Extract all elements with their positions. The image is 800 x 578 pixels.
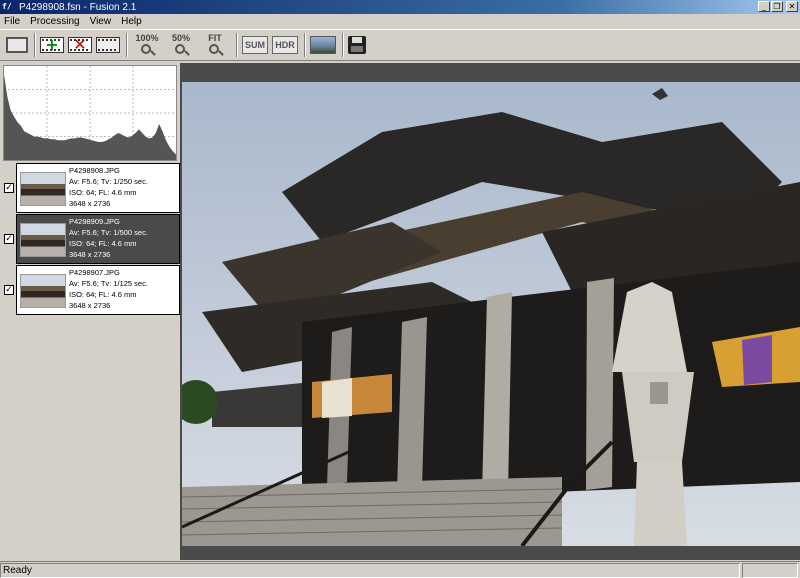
hdr-button[interactable]: HDR bbox=[272, 33, 298, 57]
list-item[interactable]: ✓ P4298908.JPG Av: F5.6; Tv: 1/250 sec. … bbox=[0, 163, 181, 214]
zoom-fit-icon: FIT bbox=[200, 33, 230, 57]
title-bar: f/ P4298908.fsn - Fusion 2.1 _ ❐ ✕ bbox=[0, 0, 800, 14]
temple-photo bbox=[182, 82, 800, 546]
menu-bar: File Processing View Help bbox=[0, 14, 800, 28]
zoom-100-button[interactable]: 100% bbox=[132, 33, 162, 57]
thumbnail-checkbox[interactable]: ✓ bbox=[4, 285, 14, 295]
thumbnail-size: 3648 x 2736 bbox=[69, 199, 111, 208]
toolbar-separator bbox=[34, 33, 36, 57]
status-text: Ready bbox=[0, 563, 740, 578]
zoom-50-icon: 50% bbox=[166, 33, 196, 57]
thumbnail-image bbox=[20, 172, 66, 206]
minimize-button[interactable]: _ bbox=[758, 1, 770, 12]
histogram bbox=[3, 65, 177, 161]
zoom-50-button[interactable]: 50% bbox=[166, 33, 196, 57]
zoom-fit-button[interactable]: FIT bbox=[200, 33, 230, 57]
thumbnail-size: 3648 x 2736 bbox=[69, 250, 111, 259]
toolbar-separator bbox=[304, 33, 306, 57]
thumbnail-image bbox=[20, 223, 66, 257]
thumbnail-checkbox[interactable]: ✓ bbox=[4, 234, 14, 244]
window-controls: _ ❐ ✕ bbox=[758, 1, 798, 12]
thumbnail-card[interactable]: P4298907.JPG Av: F5.6; Tv: 1/125 sec. IS… bbox=[16, 265, 180, 315]
menu-file[interactable]: File bbox=[0, 16, 25, 27]
thumbnail-card-selected[interactable]: P4298909.JPG Av: F5.6; Tv: 1/500 sec. IS… bbox=[16, 214, 180, 264]
thumbnail-filename: P4298907.JPG bbox=[69, 268, 120, 277]
thumbnail-list: ✓ P4298908.JPG Av: F5.6; Tv: 1/250 sec. … bbox=[0, 163, 181, 316]
menu-view[interactable]: View bbox=[85, 16, 117, 27]
zoom-100-icon: 100% bbox=[132, 33, 162, 57]
add-image-icon: + bbox=[40, 35, 64, 54]
sum-label: SUM bbox=[242, 36, 268, 54]
list-item[interactable]: ✓ P4298909.JPG Av: F5.6; Tv: 1/500 sec. … bbox=[0, 214, 181, 265]
list-item[interactable]: ✓ P4298907.JPG Av: F5.6; Tv: 1/125 sec. … bbox=[0, 265, 181, 316]
thumbnail-checkbox[interactable]: ✓ bbox=[4, 183, 14, 193]
menu-processing[interactable]: Processing bbox=[25, 16, 84, 27]
save-icon bbox=[348, 36, 366, 54]
thumbnail-card[interactable]: P4298908.JPG Av: F5.6; Tv: 1/250 sec. IS… bbox=[16, 163, 180, 213]
thumbnail-image bbox=[20, 274, 66, 308]
hdr-label: HDR bbox=[272, 36, 298, 54]
toolbar: + ✕ 100% 50% FIT SUM HDR bbox=[0, 29, 800, 61]
thumbnail-info: P4298907.JPG Av: F5.6; Tv: 1/125 sec. IS… bbox=[69, 266, 148, 314]
align-images-button[interactable] bbox=[96, 33, 120, 57]
status-bar: Ready bbox=[0, 561, 800, 578]
remove-image-button[interactable]: ✕ bbox=[68, 33, 92, 57]
frame-icon bbox=[6, 37, 28, 53]
photo-icon bbox=[310, 36, 336, 54]
thumbnail-exposure: Av: F5.6; Tv: 1/500 sec. bbox=[69, 228, 148, 237]
toolbar-separator bbox=[342, 33, 344, 57]
histogram-chart bbox=[4, 66, 176, 160]
thumbnail-exposure: Av: F5.6; Tv: 1/125 sec. bbox=[69, 279, 148, 288]
window-title: P4298908.fsn - Fusion 2.1 bbox=[19, 1, 137, 13]
restore-button[interactable]: ❐ bbox=[771, 1, 783, 12]
thumbnail-info: P4298909.JPG Av: F5.6; Tv: 1/500 sec. IS… bbox=[69, 215, 148, 263]
thumbnail-filename: P4298908.JPG bbox=[69, 166, 120, 175]
thumbnail-iso: ISO: 64; FL: 4.6 mm bbox=[69, 188, 137, 197]
app-icon: f/ bbox=[2, 2, 12, 11]
thumbnail-exposure: Av: F5.6; Tv: 1/250 sec. bbox=[69, 177, 148, 186]
image-viewer[interactable] bbox=[180, 63, 800, 560]
thumbnail-iso: ISO: 64; FL: 4.6 mm bbox=[69, 290, 137, 299]
menu-help[interactable]: Help bbox=[116, 16, 147, 27]
thumbnail-iso: ISO: 64; FL: 4.6 mm bbox=[69, 239, 137, 248]
toolbar-separator bbox=[126, 33, 128, 57]
close-button[interactable]: ✕ bbox=[786, 1, 798, 12]
thumbnail-size: 3648 x 2736 bbox=[69, 301, 111, 310]
sum-button[interactable]: SUM bbox=[242, 33, 268, 57]
align-images-icon bbox=[96, 37, 120, 53]
thumbnail-filename: P4298909.JPG bbox=[69, 217, 120, 226]
thumbnail-info: P4298908.JPG Av: F5.6; Tv: 1/250 sec. IS… bbox=[69, 164, 148, 212]
toolbar-separator bbox=[236, 33, 238, 57]
preview-image bbox=[182, 82, 800, 546]
remove-image-icon: ✕ bbox=[68, 35, 92, 54]
view-frame-button[interactable] bbox=[6, 33, 28, 57]
preview-button[interactable] bbox=[310, 33, 336, 57]
save-button[interactable] bbox=[348, 33, 366, 57]
add-image-button[interactable]: + bbox=[40, 33, 64, 57]
status-pane-secondary bbox=[742, 563, 798, 578]
